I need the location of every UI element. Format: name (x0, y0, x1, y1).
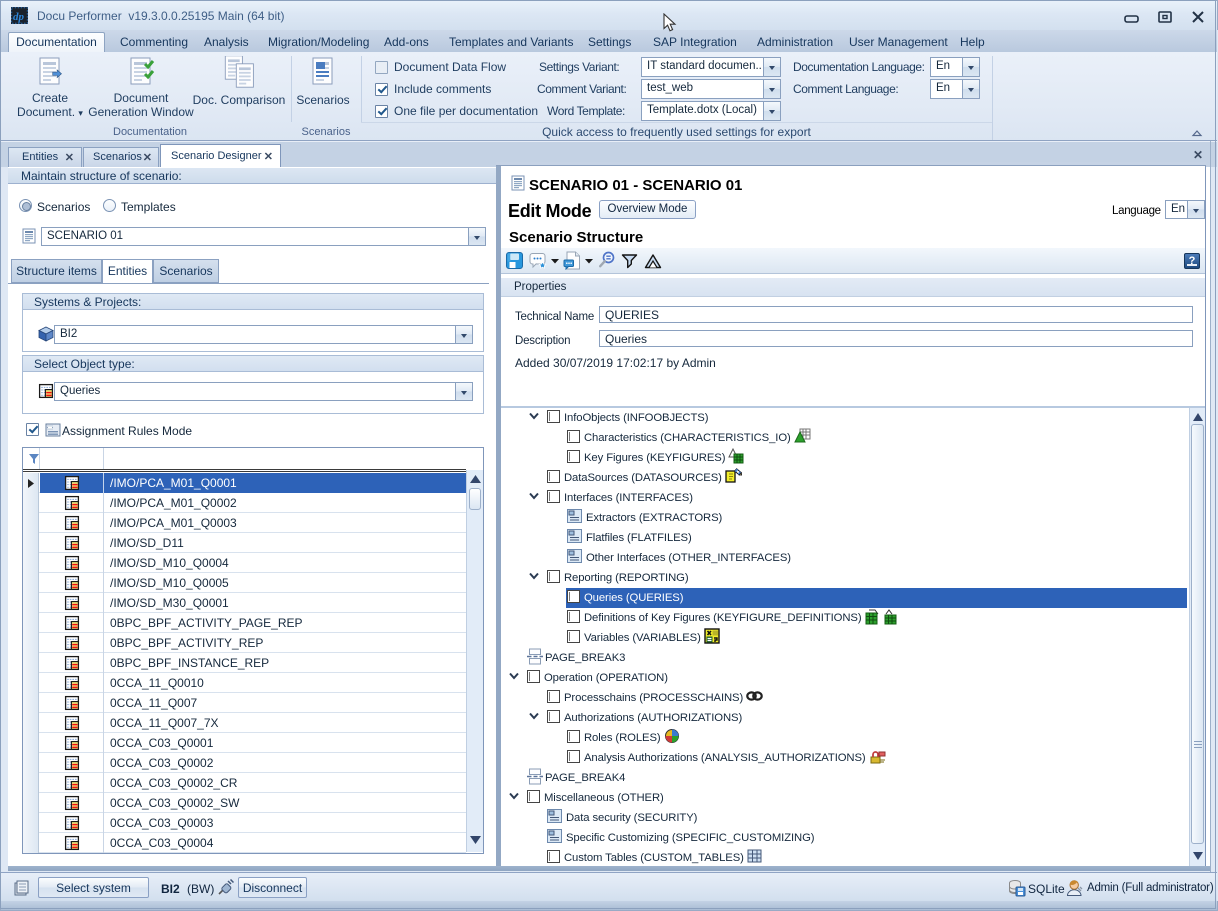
svg-text:dp: dp (13, 11, 25, 23)
